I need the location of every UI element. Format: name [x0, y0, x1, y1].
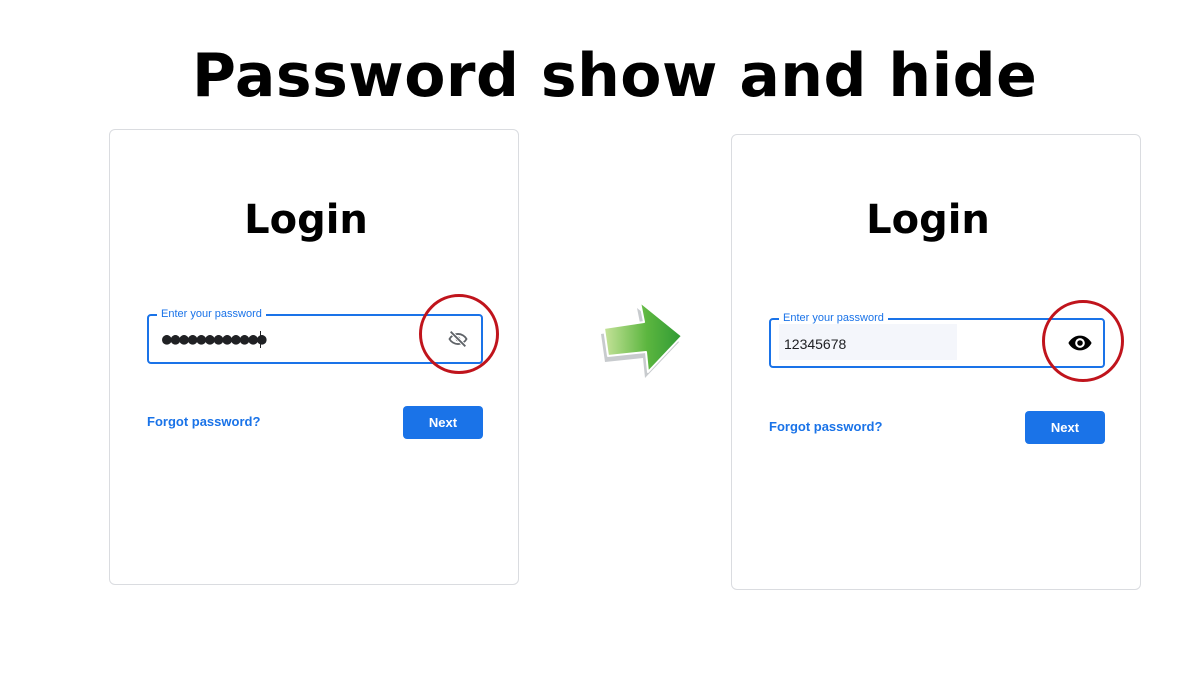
login-card-hidden: Login Enter your password ●●●●●●●●●●●● F…	[109, 129, 519, 585]
green-arrow-right-icon	[601, 301, 683, 378]
login-card-visible: Login Enter your password 12345678 Forgo…	[731, 134, 1141, 590]
forgot-password-link[interactable]: Forgot password?	[769, 418, 882, 436]
headline: Password show and hide	[192, 41, 1038, 111]
text-caret	[259, 331, 261, 348]
forgot-password-link[interactable]: Forgot password?	[147, 413, 260, 431]
next-button[interactable]: Next	[403, 406, 483, 439]
login-title: Login	[244, 197, 368, 243]
next-button[interactable]: Next	[1025, 411, 1105, 444]
highlight-circle	[419, 294, 499, 374]
password-value-plain: 12345678	[784, 336, 847, 352]
highlight-circle	[1042, 300, 1124, 382]
password-value-masked: ●●●●●●●●●●●●	[162, 329, 267, 348]
login-title: Login	[866, 197, 990, 243]
slide: Password show and hide Login Enter your …	[0, 0, 1200, 675]
password-label: Enter your password	[779, 311, 888, 325]
password-label: Enter your password	[157, 307, 266, 321]
